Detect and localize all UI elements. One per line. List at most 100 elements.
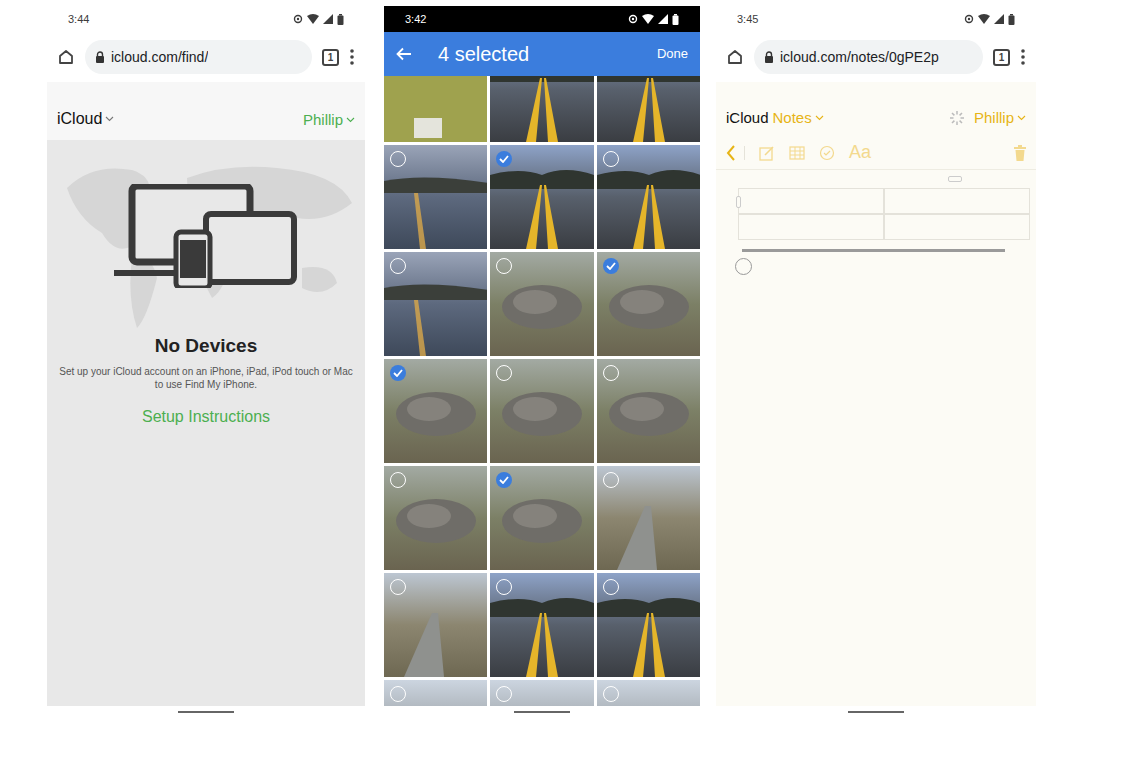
photo-tile[interactable] xyxy=(490,252,593,356)
photo-tile[interactable] xyxy=(597,466,700,570)
menu-icon[interactable] xyxy=(1020,48,1026,66)
done-button[interactable]: Done xyxy=(657,44,688,64)
photo-tile[interactable] xyxy=(384,145,487,249)
wifi-icon xyxy=(307,14,319,24)
selection-circle[interactable] xyxy=(603,151,619,167)
note-table[interactable] xyxy=(738,188,1030,240)
loading-spinner-icon xyxy=(950,111,964,125)
nav-handle[interactable] xyxy=(178,711,234,713)
selection-circle[interactable] xyxy=(603,365,619,381)
checklist-box[interactable] xyxy=(735,258,752,275)
battery-icon xyxy=(337,14,344,25)
check-icon xyxy=(606,262,616,270)
address-field[interactable]: icloud.com/notes/0gPE2p xyxy=(754,40,983,74)
photo-tile[interactable] xyxy=(490,573,593,677)
chevron-down-icon xyxy=(815,115,824,121)
url-bar: icloud.com/find/1 xyxy=(47,32,365,82)
toolbar-divider xyxy=(744,146,745,160)
status-time: 3:44 xyxy=(68,11,89,28)
compose-icon[interactable] xyxy=(759,145,775,161)
status-time: 3:42 xyxy=(405,11,426,28)
status-bar: 3:44 xyxy=(47,6,365,32)
chevron-down-icon xyxy=(1017,115,1026,121)
selection-circle[interactable] xyxy=(390,472,406,488)
back-chevron-icon[interactable] xyxy=(726,145,736,161)
app-menu[interactable]: iCloud xyxy=(57,107,114,131)
selection-title: 4 selected xyxy=(438,39,529,69)
notes-screen: 3:45 icloud.com/notes/0gPE2p 1 iCloudNotes P… xyxy=(716,6,1036,713)
photo-tile[interactable] xyxy=(384,76,487,142)
find-screen: 3:44 icloud.com/find/1 iCloud Phillip No Dev… xyxy=(47,6,365,713)
app-header: iCloud Phillip xyxy=(47,82,365,140)
vibrate-icon xyxy=(964,14,974,24)
vibrate-icon xyxy=(628,14,638,24)
selection-circle[interactable] xyxy=(390,686,406,702)
find-body: No Devices Set up your iCloud account on … xyxy=(47,140,365,706)
photo-tile[interactable] xyxy=(384,573,487,677)
photo-tile[interactable] xyxy=(597,76,700,142)
status-bar: 3:45 xyxy=(716,6,1036,32)
note-body[interactable] xyxy=(716,170,1036,706)
check-icon xyxy=(499,155,509,163)
photo-tile[interactable] xyxy=(384,359,487,463)
photo-tile[interactable] xyxy=(490,145,593,249)
photo-tile[interactable] xyxy=(490,680,593,706)
table-icon[interactable] xyxy=(789,146,805,160)
checklist-icon[interactable] xyxy=(819,145,835,161)
selection-check[interactable] xyxy=(390,365,406,381)
table-row-handle[interactable] xyxy=(736,196,741,208)
selection-circle[interactable] xyxy=(390,258,406,274)
chevron-down-icon xyxy=(105,116,114,122)
devices-icon xyxy=(114,184,298,288)
photo-tile[interactable] xyxy=(384,252,487,356)
wifi-icon xyxy=(978,14,990,24)
back-arrow-icon[interactable] xyxy=(396,47,412,61)
app-header: iCloudNotes Phillip xyxy=(716,82,1036,136)
photo-tile[interactable] xyxy=(384,466,487,570)
photo-tile[interactable] xyxy=(490,466,593,570)
selection-circle[interactable] xyxy=(390,579,406,595)
address-text: icloud.com/find/ xyxy=(111,47,208,68)
lock-icon xyxy=(764,51,774,63)
home-icon[interactable] xyxy=(57,48,75,66)
nav-handle[interactable] xyxy=(848,711,904,713)
table-row xyxy=(738,188,1030,214)
table-cell[interactable] xyxy=(738,188,884,214)
user-menu[interactable]: Phillip xyxy=(303,109,355,132)
check-icon xyxy=(393,369,403,377)
checklist-item[interactable] xyxy=(735,258,1036,275)
photo-tile[interactable] xyxy=(597,680,700,706)
table-column-handle[interactable] xyxy=(948,176,962,182)
table-cell[interactable] xyxy=(738,214,884,240)
format-button[interactable]: Aa xyxy=(849,139,871,166)
chevron-down-icon xyxy=(346,117,355,123)
nav-handle[interactable] xyxy=(514,711,570,713)
setup-link[interactable]: Setup Instructions xyxy=(142,405,270,429)
photo-tile[interactable] xyxy=(597,573,700,677)
selection-check[interactable] xyxy=(603,258,619,274)
menu-icon[interactable] xyxy=(349,48,355,66)
trash-icon[interactable] xyxy=(1014,145,1026,161)
table-cell[interactable] xyxy=(884,214,1030,240)
selection-circle[interactable] xyxy=(390,151,406,167)
selection-circle[interactable] xyxy=(603,686,619,702)
status-time: 3:45 xyxy=(737,11,758,28)
photo-tile[interactable] xyxy=(490,359,593,463)
tab-count[interactable]: 1 xyxy=(993,49,1010,66)
photos-screen: 3:42 4 selected Done xyxy=(384,6,700,713)
photo-tile[interactable] xyxy=(490,76,593,142)
photo-tile[interactable] xyxy=(384,680,487,706)
photo-tile[interactable] xyxy=(597,252,700,356)
empty-message: Set up your iCloud account on an iPhone,… xyxy=(47,365,365,391)
selection-circle[interactable] xyxy=(603,472,619,488)
table-cell[interactable] xyxy=(884,188,1030,214)
address-field[interactable]: icloud.com/find/ xyxy=(85,40,312,74)
home-icon[interactable] xyxy=(726,48,744,66)
user-menu[interactable]: Phillip xyxy=(974,107,1026,130)
selection-circle[interactable] xyxy=(603,579,619,595)
tab-count[interactable]: 1 xyxy=(322,49,339,66)
empty-heading: No Devices xyxy=(155,332,257,361)
photo-tile[interactable] xyxy=(597,145,700,249)
photo-tile[interactable] xyxy=(597,359,700,463)
app-menu[interactable]: iCloudNotes xyxy=(726,107,824,130)
